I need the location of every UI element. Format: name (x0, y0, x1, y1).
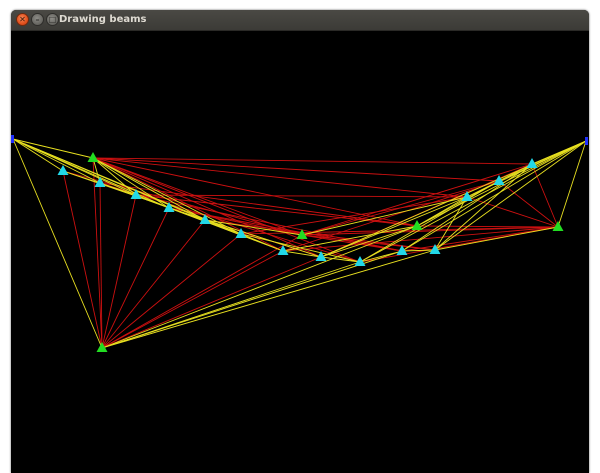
window-title: Drawing beams (59, 14, 147, 25)
tension-beam (92, 157, 322, 258)
compression-beam (101, 249, 436, 349)
support-node[interactable] (11, 135, 14, 143)
tension-beam (466, 196, 559, 228)
close-icon: ✕ (19, 15, 26, 24)
tension-beam (101, 207, 170, 349)
tension-beam (282, 180, 500, 252)
drawing-canvas[interactable] (11, 31, 589, 473)
tension-beam (135, 194, 468, 198)
compression-beam (101, 225, 418, 349)
tension-beam (101, 219, 206, 349)
tension-beam (62, 170, 103, 349)
close-button[interactable]: ✕ (16, 13, 29, 26)
compression-beam (92, 157, 206, 221)
tension-beam (101, 233, 242, 349)
compression-beam (12, 138, 101, 184)
minimize-button[interactable]: – (31, 13, 44, 26)
maximize-button[interactable]: □ (46, 13, 59, 26)
tension-beam (92, 157, 468, 198)
tension-beam (101, 250, 284, 349)
tension-beam (92, 157, 533, 165)
tension-beam (531, 163, 559, 228)
compression-beam (92, 157, 242, 235)
compression-beam (359, 140, 587, 263)
title-bar[interactable]: ✕ – □ Drawing beams (11, 10, 589, 31)
tension-beam (101, 194, 137, 349)
tension-beam (92, 157, 500, 182)
beam-drawing (11, 135, 588, 352)
support-node[interactable] (585, 137, 588, 145)
app-window: ✕ – □ Drawing beams (11, 10, 589, 473)
tension-beam (101, 256, 322, 349)
compression-beam (434, 140, 587, 251)
compression-beam (12, 138, 94, 159)
compression-beam (12, 138, 64, 172)
minimize-icon: – (35, 15, 40, 24)
maximize-icon: □ (48, 15, 57, 24)
